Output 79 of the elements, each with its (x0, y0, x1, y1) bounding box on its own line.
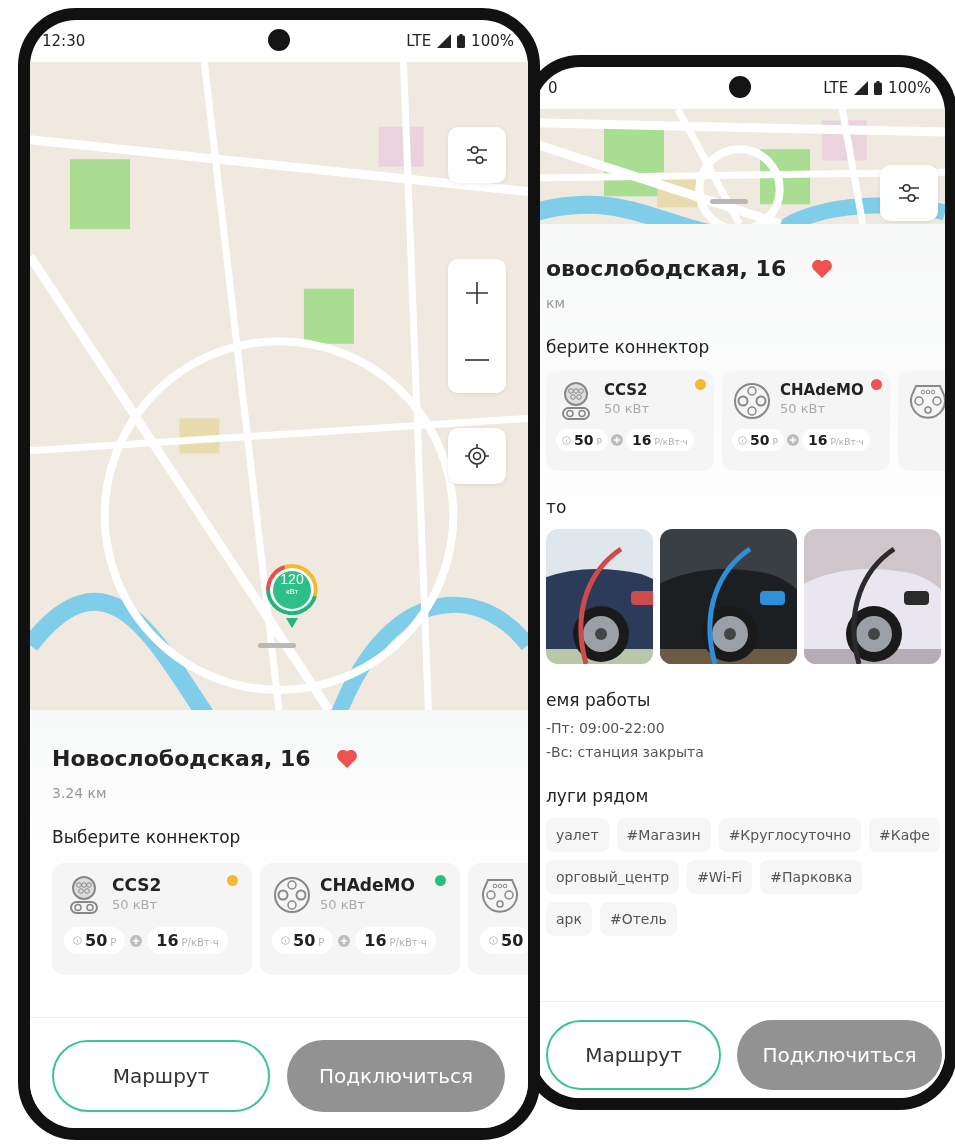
info-icon (281, 936, 290, 945)
hours-line: -Вс: станция закрыта (546, 744, 705, 760)
plus-icon (338, 934, 351, 947)
info-icon (738, 435, 747, 445)
connector-power: 50 кВт (320, 897, 367, 912)
service-tag[interactable]: орговый_центр (546, 860, 680, 894)
section-heading: луги рядом (546, 786, 650, 806)
connector-name: CHAdeMO (780, 381, 864, 399)
minus-icon (465, 357, 489, 362)
service-tag[interactable]: #Отель (599, 902, 677, 936)
connector-name: CHAdeMO (320, 875, 415, 895)
drag-handle[interactable] (258, 643, 296, 648)
connector-power: 50 кВт (780, 401, 827, 416)
section-heading: то (546, 497, 568, 517)
status-time: 0 (548, 79, 558, 97)
service-tag[interactable]: уалет (546, 818, 609, 852)
service-tag[interactable]: #Кафе (869, 818, 940, 852)
station-distance: 3.24 км (52, 785, 108, 801)
plus-icon (786, 434, 799, 446)
route-button[interactable]: Маршрут (546, 1020, 721, 1090)
battery-icon (457, 34, 466, 48)
service-tag[interactable]: арк (546, 902, 592, 936)
price-pill: 16 Р/кВт·ч (355, 927, 436, 954)
info-icon (73, 936, 82, 945)
service-tag[interactable]: #Парковка (760, 860, 863, 894)
connector-icon (732, 381, 772, 421)
service-tag[interactable]: #Wi-Fi (687, 860, 753, 894)
connector-name: CCS2 (604, 381, 649, 399)
station-title: овослободская, 16 (546, 256, 787, 281)
connector-card[interactable]: 50 (468, 863, 528, 975)
connector-power: 50 кВт (604, 401, 650, 416)
signal-icon (854, 81, 869, 95)
section-heading: емя работы (546, 690, 652, 710)
route-button[interactable]: Маршрут (52, 1040, 270, 1112)
price-pill: 16 Р/кВт·ч (625, 429, 694, 451)
plus-icon (130, 934, 143, 947)
network-label: LTE (406, 32, 432, 50)
price-pill: 16 Р/кВт·ч (801, 429, 870, 451)
fee-pill: 50 Р (64, 927, 126, 954)
locate-button[interactable] (448, 428, 506, 484)
connector-card[interactable]: CCS2 50 кВт 50 Р 16 Р/кВт·ч (546, 371, 714, 471)
station-title: Новослободская, 16 (52, 746, 311, 771)
fee-pill: 50 Р (556, 429, 608, 451)
fee-pill: 50 Р (272, 927, 334, 954)
connector-icon (272, 875, 312, 915)
filter-icon (465, 144, 489, 166)
crosshair-icon (465, 444, 489, 468)
connector-card[interactable]: CCS2 50 кВт 50 Р 16 Р/кВт·ч (52, 863, 252, 975)
hours-line: -Пт: 09:00-22:00 (546, 720, 666, 736)
status-time: 12:30 (42, 32, 86, 50)
fee-pill: 50 Р (732, 429, 784, 451)
connector-power: 50 кВт (112, 897, 159, 912)
drag-handle[interactable] (710, 199, 748, 204)
connector-name: CCS2 (112, 875, 162, 895)
service-tag[interactable]: #Круглосуточно (718, 818, 862, 852)
filter-button[interactable] (880, 165, 938, 221)
filter-icon (897, 182, 921, 204)
section-heading: берите коннектор (546, 337, 711, 357)
plus-icon (465, 280, 489, 305)
plus-icon (610, 434, 623, 446)
service-tag[interactable]: #Магазин (616, 818, 711, 852)
battery-icon (874, 81, 883, 95)
station-distance: км (546, 295, 567, 311)
front-camera (728, 76, 751, 98)
battery-level: 100% (888, 79, 931, 97)
section-heading: Выберите коннектор (52, 827, 242, 847)
battery-level: 100% (471, 32, 514, 50)
price-pill: 16 Р/кВт·ч (147, 927, 228, 954)
heart-icon[interactable] (336, 749, 357, 768)
fee-pill: 50 (480, 927, 528, 954)
connector-card[interactable]: CHAdeMO 50 кВт 50 Р 16 Р/кВт·ч (260, 863, 460, 975)
network-label: LTE (823, 79, 849, 97)
signal-icon (437, 34, 452, 48)
heart-icon[interactable] (812, 259, 833, 278)
info-icon (562, 435, 571, 445)
info-icon (489, 936, 498, 945)
connector-card[interactable]: CHAdeMO 50 кВт 50 Р 16 Р/кВт·ч (722, 371, 890, 471)
front-camera (268, 29, 290, 51)
filter-button[interactable] (448, 127, 506, 183)
